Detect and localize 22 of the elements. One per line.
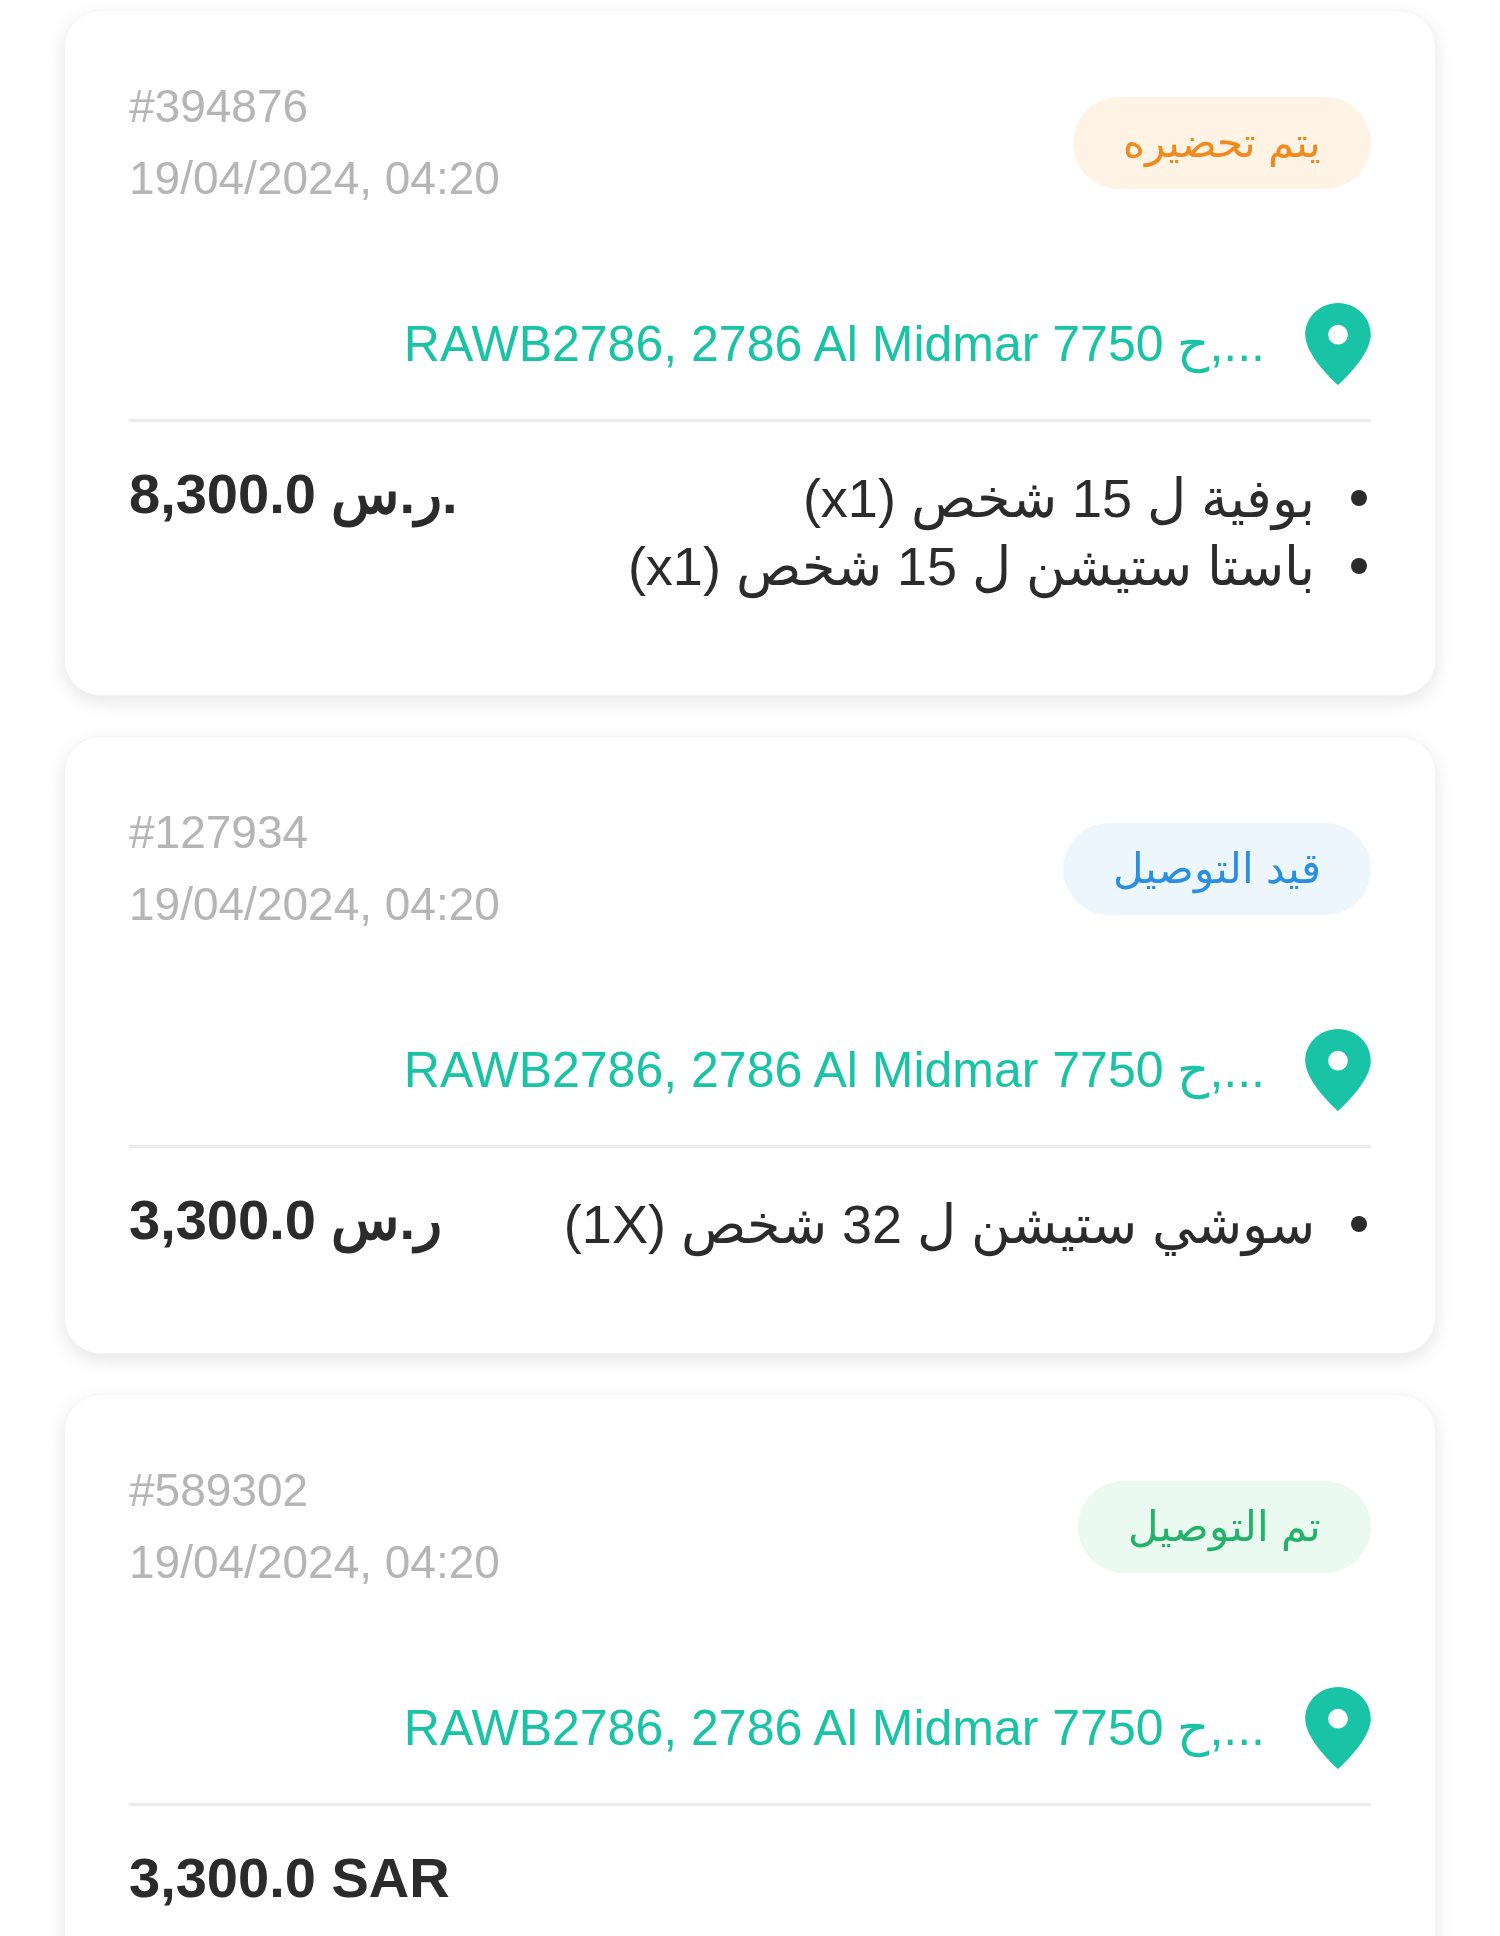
bullet-icon <box>1351 1216 1367 1232</box>
location-pin-icon <box>1305 303 1371 385</box>
order-item: بوفية ل 15 شخص (x1) <box>802 464 1315 532</box>
location-pin-icon <box>1305 1029 1371 1111</box>
order-number: #127934 <box>129 807 310 857</box>
delivery-address: RAWB2786, 2786 Al Midmar 7750 ح,... <box>403 1040 1265 1102</box>
location-pin-icon <box>1305 1687 1371 1769</box>
delivery-address: RAWB2786, 2786 Al Midmar 7750 ح,... <box>403 314 1265 376</box>
order-item: باستا ستيشن ل 15 شخص (x1) <box>627 532 1315 600</box>
order-number: #394876 <box>129 81 310 131</box>
order-date: 19/04/2024, 04:20 <box>129 879 500 929</box>
status-badge: يتم تحضيره <box>1073 97 1371 189</box>
order-date: 19/04/2024, 04:20 <box>129 1537 500 1587</box>
delivery-address: RAWB2786, 2786 Al Midmar 7750 ح,... <box>403 1698 1265 1760</box>
status-badge: قيد التوصيل <box>1063 823 1371 915</box>
order-number: #589302 <box>129 1465 310 1515</box>
order-date: 19/04/2024, 04:20 <box>129 153 500 203</box>
bullet-icon <box>1351 558 1367 574</box>
bullet-icon <box>1351 490 1367 506</box>
status-badge: تم التوصيل <box>1078 1481 1371 1573</box>
order-item: سوشي ستيشن ل 32 شخص (1X) <box>563 1190 1315 1258</box>
order-total: 3,300.0 SAR <box>129 1848 450 1908</box>
